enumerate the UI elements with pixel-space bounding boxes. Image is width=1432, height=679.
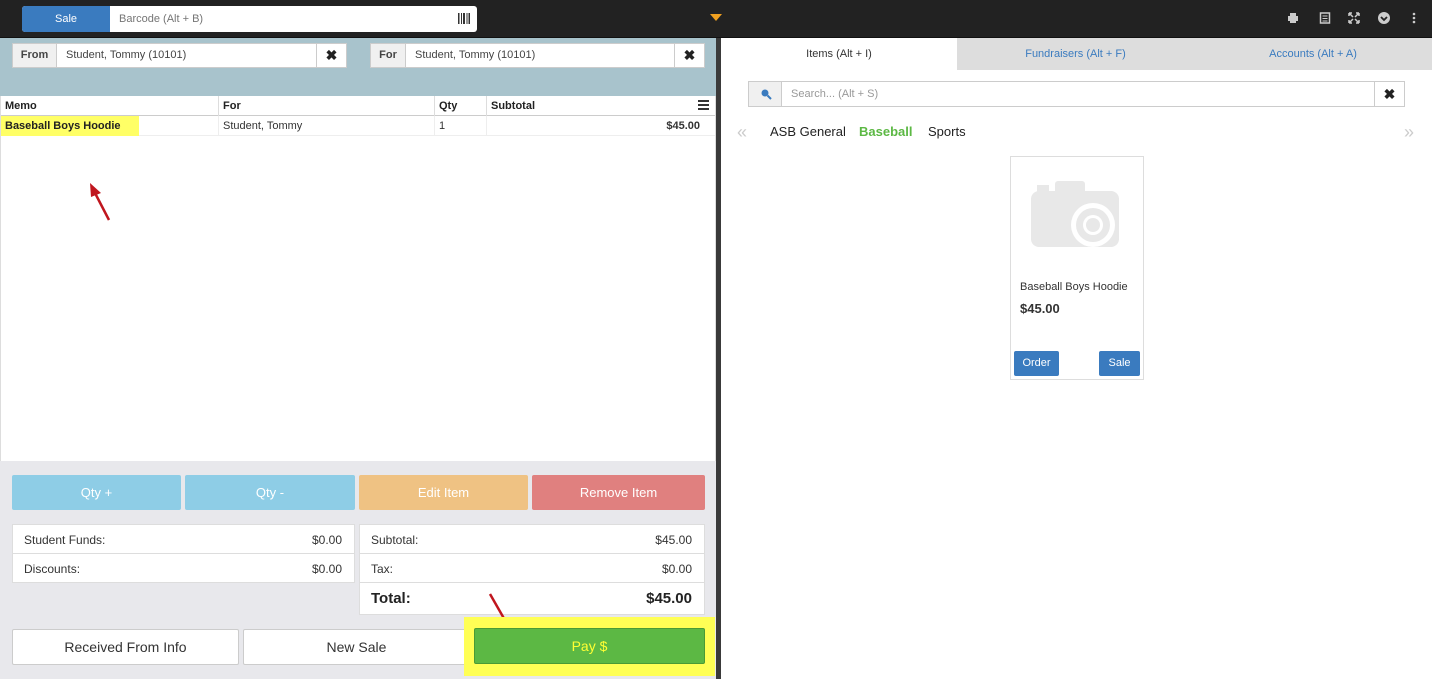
sale-barcode-group: Sale bbox=[22, 6, 477, 32]
column-header-subtotal[interactable]: Subtotal bbox=[487, 96, 715, 116]
annotation-arrow bbox=[90, 183, 111, 221]
more-vertical-icon[interactable] bbox=[1407, 11, 1421, 25]
tax-value: $0.00 bbox=[661, 562, 692, 576]
from-for-bar: From Student, Tommy (10101) ✖ For Studen… bbox=[0, 38, 716, 96]
total-row: Total: $45.00 bbox=[360, 583, 704, 615]
row-for-cell[interactable]: Student, Tommy bbox=[219, 116, 435, 136]
column-menu-icon[interactable] bbox=[698, 100, 709, 110]
category-asb-general[interactable]: ASB General bbox=[770, 124, 846, 139]
circle-arrow-down-icon[interactable] bbox=[1377, 11, 1391, 25]
totals-summary: Subtotal: $45.00 Tax: $0.00 Total: $45.0… bbox=[359, 524, 705, 615]
discounts-value: $0.00 bbox=[311, 562, 342, 576]
funds-summary: Student Funds: $0.00 Discounts: $0.00 bbox=[12, 524, 355, 583]
for-selector[interactable]: For Student, Tommy (10101) ✖ bbox=[370, 43, 705, 68]
subtotal-row: Subtotal: $45.00 bbox=[360, 525, 704, 554]
category-next-icon[interactable]: » bbox=[1404, 122, 1414, 143]
catalog-panel: Items (Alt + I) Fundraisers (Alt + F) Ac… bbox=[721, 38, 1432, 679]
for-clear-button[interactable]: ✖ bbox=[674, 44, 704, 67]
barcode-icon[interactable] bbox=[458, 13, 470, 24]
print-icon[interactable] bbox=[1286, 11, 1300, 25]
remove-item-button[interactable]: Remove Item bbox=[532, 475, 705, 510]
column-header-memo[interactable]: Memo bbox=[1, 96, 219, 116]
subtotal-value: $45.00 bbox=[655, 533, 692, 547]
from-value[interactable]: Student, Tommy (10101) bbox=[66, 44, 186, 67]
total-value: $45.00 bbox=[646, 590, 692, 607]
new-sale-button[interactable]: New Sale bbox=[243, 629, 470, 665]
search-icon bbox=[761, 89, 772, 100]
tax-row: Tax: $0.00 bbox=[360, 554, 704, 583]
for-value[interactable]: Student, Tommy (10101) bbox=[415, 44, 535, 67]
row-subtotal-cell[interactable]: $45.00 bbox=[487, 116, 715, 136]
tab-items[interactable]: Items (Alt + I) bbox=[721, 38, 957, 70]
sale-mode-button[interactable]: Sale bbox=[22, 6, 110, 32]
receipt-icon[interactable] bbox=[1318, 11, 1332, 25]
sale-button[interactable]: Sale bbox=[1099, 351, 1140, 376]
for-label: For bbox=[371, 44, 406, 67]
category-sports[interactable]: Sports bbox=[928, 124, 966, 139]
fullscreen-icon[interactable] bbox=[1347, 11, 1361, 25]
discounts-row: Discounts: $0.00 bbox=[13, 554, 354, 583]
search-input[interactable]: Search... (Alt + S) bbox=[791, 88, 878, 100]
cart-actions-area: Qty + Qty - Edit Item Remove Item Studen… bbox=[0, 461, 716, 679]
student-funds-value: $0.00 bbox=[311, 533, 342, 547]
received-from-info-button[interactable]: Received From Info bbox=[12, 629, 239, 665]
column-header-for[interactable]: For bbox=[219, 96, 435, 116]
student-funds-row: Student Funds: $0.00 bbox=[13, 525, 354, 554]
row-memo-text: Baseball Boys Hoodie bbox=[1, 116, 139, 136]
product-card[interactable]: Baseball Boys Hoodie $45.00 Order Sale bbox=[1010, 156, 1144, 380]
product-price: $45.00 bbox=[1020, 301, 1060, 316]
dropdown-caret-icon[interactable] bbox=[710, 14, 722, 21]
tab-fundraisers[interactable]: Fundraisers (Alt + F) bbox=[957, 38, 1194, 70]
item-search[interactable]: Search... (Alt + S) ✖ bbox=[748, 81, 1405, 107]
barcode-input[interactable] bbox=[110, 6, 450, 32]
row-memo-cell[interactable]: Baseball Boys Hoodie bbox=[1, 116, 219, 136]
from-clear-button[interactable]: ✖ bbox=[316, 44, 346, 67]
top-bar: Sale bbox=[0, 0, 1432, 38]
tab-accounts[interactable]: Accounts (Alt + A) bbox=[1194, 38, 1432, 70]
column-header-qty[interactable]: Qty bbox=[435, 96, 487, 116]
pay-button[interactable]: Pay $ bbox=[474, 628, 705, 664]
row-qty-cell[interactable]: 1 bbox=[435, 116, 487, 136]
order-button[interactable]: Order bbox=[1014, 351, 1059, 376]
discounts-label: Discounts: bbox=[24, 562, 81, 576]
qty-plus-button[interactable]: Qty + bbox=[12, 475, 181, 510]
cart-panel: From Student, Tommy (10101) ✖ For Studen… bbox=[0, 38, 716, 679]
from-label: From bbox=[13, 44, 57, 67]
table-row[interactable]: Baseball Boys Hoodie Student, Tommy 1 $4… bbox=[1, 116, 715, 136]
tax-label: Tax: bbox=[371, 562, 394, 576]
camera-icon bbox=[1031, 181, 1119, 247]
search-clear-button[interactable]: ✖ bbox=[1374, 82, 1404, 106]
search-button[interactable] bbox=[749, 82, 782, 106]
total-label: Total: bbox=[371, 590, 411, 607]
category-baseball[interactable]: Baseball bbox=[859, 124, 912, 139]
grid-header: Memo For Qty Subtotal bbox=[1, 96, 715, 116]
from-selector[interactable]: From Student, Tommy (10101) ✖ bbox=[12, 43, 347, 68]
product-name: Baseball Boys Hoodie bbox=[1020, 281, 1128, 293]
category-prev-icon[interactable]: « bbox=[737, 122, 747, 143]
student-funds-label: Student Funds: bbox=[24, 533, 106, 547]
qty-minus-button[interactable]: Qty - bbox=[185, 475, 355, 510]
subtotal-label: Subtotal: bbox=[371, 533, 419, 547]
cart-grid: Memo For Qty Subtotal Baseball Boys Hood… bbox=[0, 96, 716, 461]
edit-item-button[interactable]: Edit Item bbox=[359, 475, 528, 510]
catalog-tabs: Items (Alt + I) Fundraisers (Alt + F) Ac… bbox=[721, 38, 1432, 70]
